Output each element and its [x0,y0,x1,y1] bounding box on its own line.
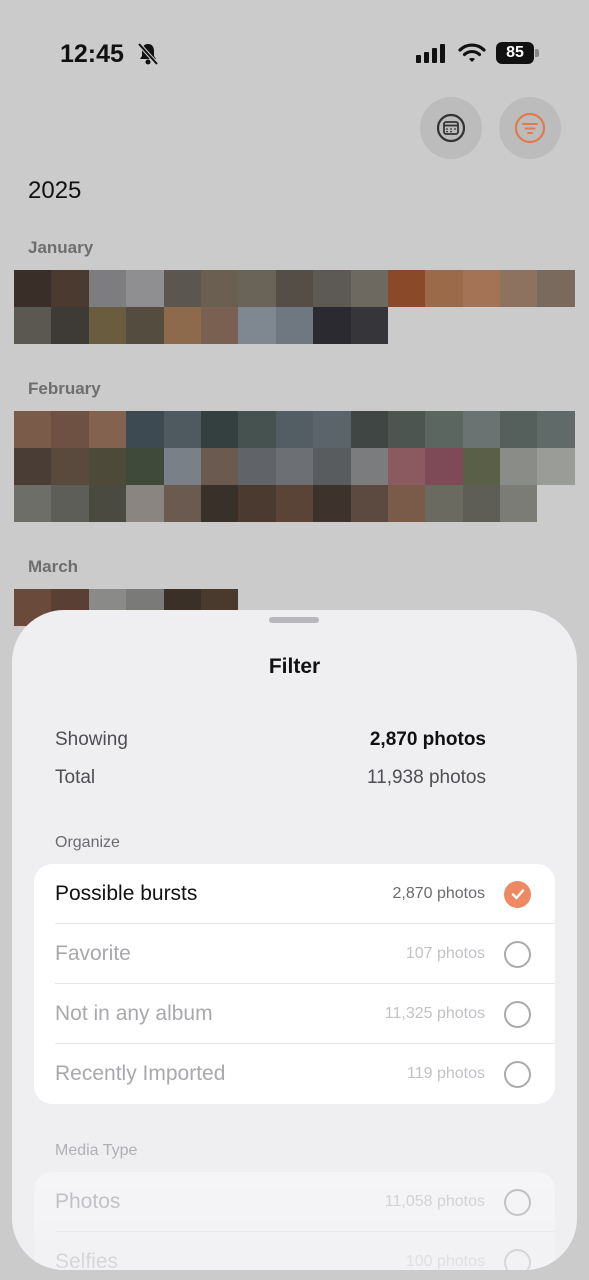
radio-circle-icon[interactable] [504,1248,531,1270]
option-label: Selfies [55,1250,119,1270]
filter-option-favorite[interactable]: Favorite 107 photos [34,924,555,984]
checkmark-circle-icon[interactable] [504,880,531,908]
showing-label: Showing [55,729,128,750]
filter-option-not-in-any-album[interactable]: Not in any album 11,325 photos [34,984,555,1044]
option-label: Possible bursts [55,882,198,905]
filter-option-selfies[interactable]: Selfies 100 photos [34,1232,555,1270]
filter-option-possible-bursts[interactable]: Possible bursts 2,870 photos [34,864,555,924]
section-label-media-type: Media Type [55,1142,138,1159]
thumbnail-row[interactable] [14,485,538,522]
option-count: 107 photos [405,945,485,962]
battery-icon: 85 [496,42,540,66]
filter-button[interactable] [499,97,561,159]
calendar-icon [436,113,466,143]
option-count: 11,325 photos [384,1005,485,1022]
checkmark-icon [511,889,524,900]
summary-showing: Showing 2,870 photos [55,729,486,751]
showing-value: 2,870 photos [369,729,486,750]
status-bar: 12:45 85 [0,0,589,100]
option-label: Photos [55,1190,121,1213]
status-time: 12:45 [60,40,124,68]
thumbnail-row[interactable] [14,270,575,307]
wifi-icon [458,43,486,62]
filter-icon [514,112,546,144]
calendar-button[interactable] [420,97,482,159]
option-count: 119 photos [407,1065,485,1082]
sheet-title: Filter [268,655,321,678]
section-label-organize: Organize [55,834,120,851]
filter-sheet: Filter Showing 2,870 photos Total 11,938… [12,610,577,1270]
summary-total: Total 11,938 photos [55,767,486,789]
month-heading-january: January [28,238,94,257]
thumbnail-row[interactable] [14,411,575,448]
option-label: Not in any album [55,1002,213,1025]
sheet-grabber[interactable] [269,617,319,623]
radio-circle-icon[interactable] [504,1000,531,1028]
battery-level: 85 [496,42,534,64]
bell-slash-icon [137,42,159,66]
organize-card: Possible bursts 2,870 photos Favorite 10… [34,864,555,1104]
radio-circle-icon[interactable] [504,940,531,968]
month-heading-march: March [28,557,79,576]
option-count: 100 photos [405,1253,485,1270]
year-heading: 2025 [28,177,82,204]
option-label: Favorite [55,942,131,965]
radio-circle-icon[interactable] [504,1060,531,1088]
option-label: Recently Imported [55,1062,226,1085]
radio-circle-icon[interactable] [504,1188,531,1216]
media-type-card: Photos 11,058 photos Selfies 100 photos [34,1172,555,1270]
filter-option-recently-imported[interactable]: Recently Imported 119 photos [34,1044,555,1104]
month-heading-february: February [28,379,101,398]
total-value: 11,938 photos [366,767,486,788]
total-label: Total [55,767,96,788]
option-count: 11,058 photos [384,1193,485,1210]
thumbnail-row[interactable] [14,307,388,344]
cellular-signal-icon [416,44,445,63]
thumbnail-row[interactable] [14,448,575,485]
filter-option-photos[interactable]: Photos 11,058 photos [34,1172,555,1232]
option-count: 2,870 photos [392,885,485,902]
